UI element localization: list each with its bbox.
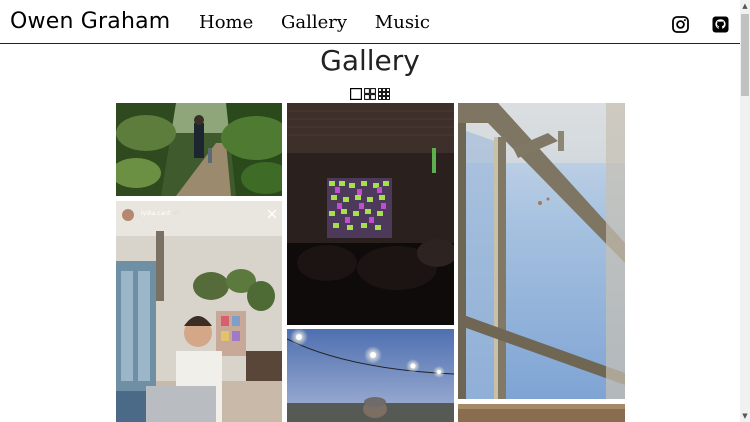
scroll-up-arrow-icon[interactable]: ▲	[740, 0, 750, 12]
gallery-photo[interactable]	[287, 329, 454, 422]
scroll-thumb[interactable]	[741, 14, 749, 96]
three-column-grid-icon[interactable]	[378, 85, 390, 100]
instagram-icon[interactable]	[672, 16, 689, 33]
page-title: Gallery	[320, 44, 420, 77]
github-icon[interactable]	[712, 16, 729, 33]
single-column-grid-icon[interactable]	[350, 85, 363, 101]
nav-music-link[interactable]: Music	[375, 12, 430, 33]
gallery-photo[interactable]	[458, 103, 625, 399]
site-header: Owen Graham Home Gallery Music	[0, 0, 740, 44]
gallery-photo[interactable]: lydia.cant 4h	[116, 201, 282, 422]
gallery-photo[interactable]	[458, 404, 625, 422]
story-username: lydia.cant 4h	[141, 210, 180, 217]
grid-view-toggles	[350, 85, 390, 101]
page-scrollbar[interactable]: ▲ ▼	[740, 0, 750, 422]
nav-home-link[interactable]: Home	[199, 12, 253, 33]
nav-gallery-link[interactable]: Gallery	[281, 12, 347, 33]
gallery-photo[interactable]	[116, 103, 282, 196]
page: Owen Graham Home Gallery Music ▲ ▼ Galle…	[0, 0, 750, 422]
main-nav: Home Gallery Music	[199, 12, 452, 33]
site-title[interactable]: Owen Graham	[10, 9, 170, 34]
scroll-down-arrow-icon[interactable]: ▼	[740, 410, 750, 422]
gallery-photo[interactable]	[287, 103, 454, 325]
two-column-grid-icon[interactable]	[364, 85, 376, 100]
